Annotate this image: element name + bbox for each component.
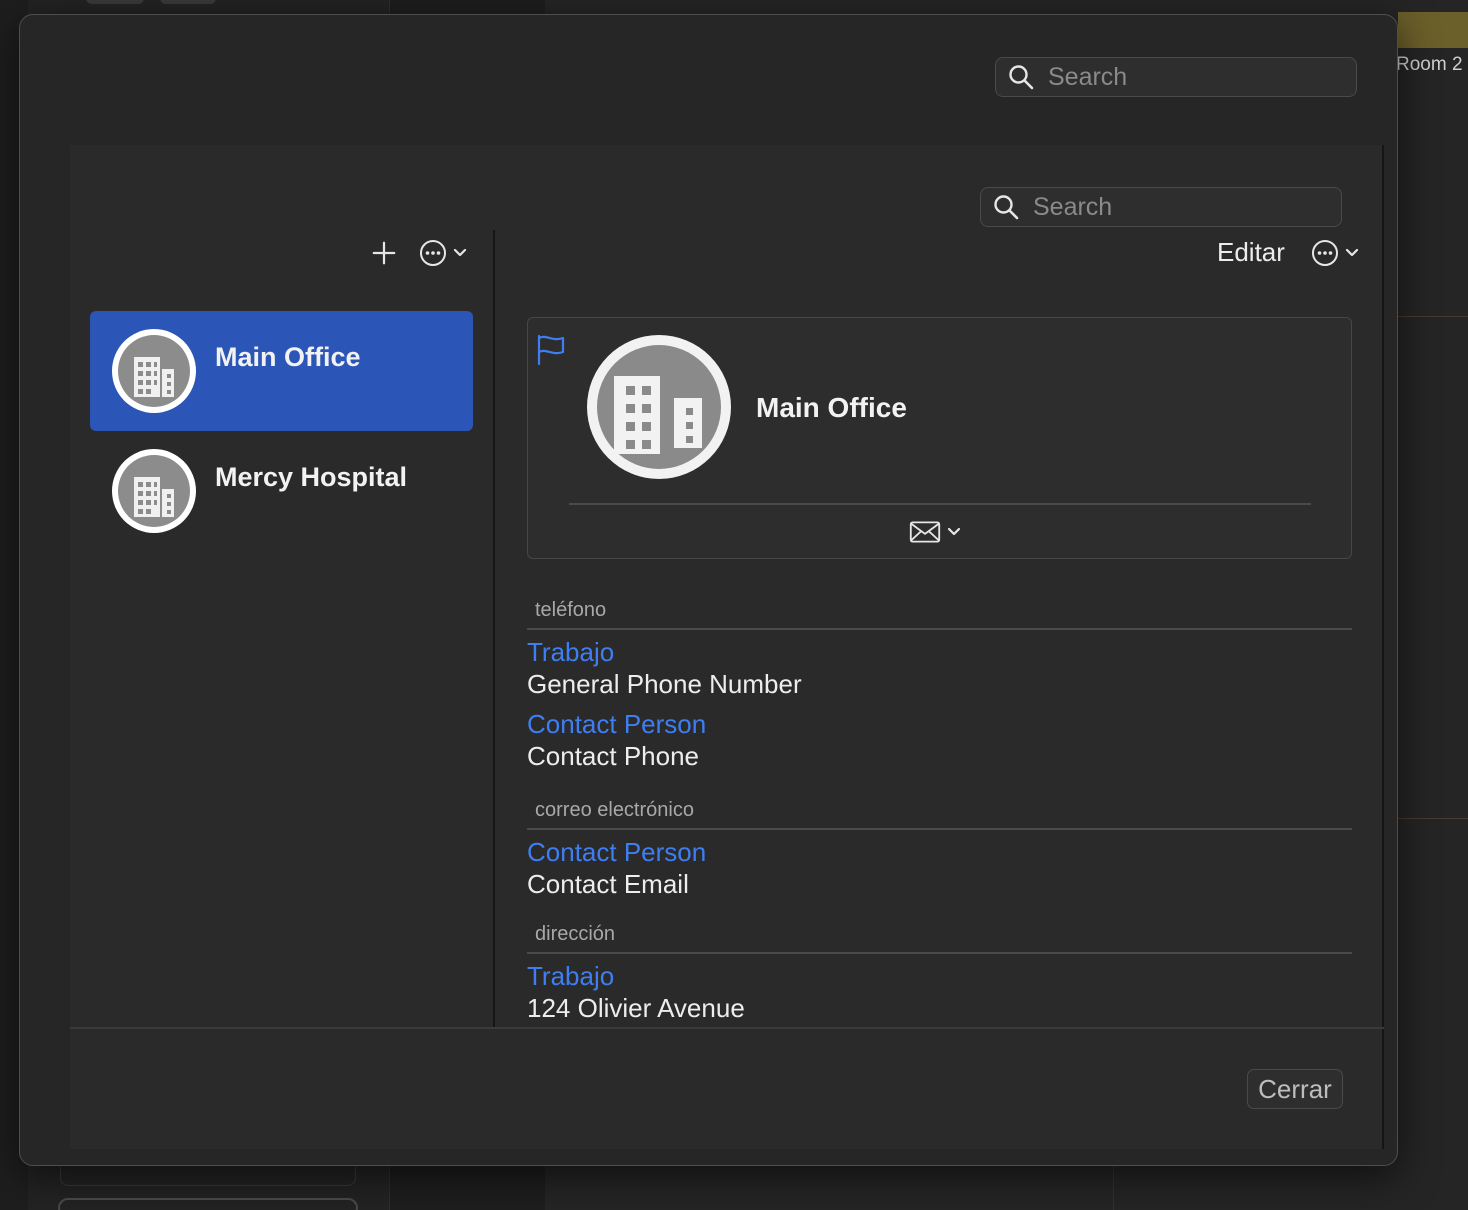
edit-button[interactable]: Editar xyxy=(1217,237,1285,268)
background-toolbar-button xyxy=(86,0,144,4)
search-icon xyxy=(994,195,1019,220)
section-divider xyxy=(527,952,1352,954)
background-control xyxy=(58,1198,358,1210)
contact-list-item[interactable]: Mercy Hospital xyxy=(90,431,473,551)
background-divider xyxy=(1113,1164,1114,1210)
inner-search-field[interactable] xyxy=(980,187,1342,227)
background-toolbar-button xyxy=(160,0,216,4)
footer-divider xyxy=(70,1027,1384,1029)
flag-icon[interactable] xyxy=(536,334,566,366)
contacts-sheet: Main Office Mercy Hospital Editar xyxy=(19,14,1398,1166)
building-icon xyxy=(112,329,196,413)
background-event-strip xyxy=(1398,12,1468,48)
section-divider xyxy=(527,628,1352,630)
ellipsis-circle-icon xyxy=(420,240,467,266)
section-title-address: dirección xyxy=(535,923,616,945)
section-title-email: correo electrónico xyxy=(535,799,694,821)
section-title-phone: teléfono xyxy=(535,599,607,621)
search-icon xyxy=(1009,65,1034,90)
envelope-icon xyxy=(909,521,941,543)
address-label[interactable]: Trabajo xyxy=(527,961,614,992)
ellipsis-circle-icon xyxy=(1312,240,1359,266)
background-divider xyxy=(1398,316,1468,317)
background-divider xyxy=(1398,818,1468,819)
chevron-down-icon xyxy=(947,527,961,536)
phone-value[interactable]: General Phone Number xyxy=(527,669,802,700)
email-label[interactable]: Contact Person xyxy=(527,837,706,868)
contact-name: Mercy Hospital xyxy=(215,462,408,492)
contact-list-item[interactable]: Main Office xyxy=(90,311,473,431)
card-separator xyxy=(569,503,1311,505)
contact-card: Main Office xyxy=(527,317,1352,559)
address-value[interactable]: 124 Olivier Avenue xyxy=(527,993,745,1024)
send-email-button[interactable] xyxy=(909,521,961,543)
detail-more-menu-button[interactable] xyxy=(1310,237,1364,269)
email-value[interactable]: Contact Email xyxy=(527,869,689,900)
outer-search-field[interactable] xyxy=(995,57,1357,97)
add-contact-button[interactable] xyxy=(370,239,398,267)
split-view-divider[interactable] xyxy=(493,230,495,1027)
building-icon xyxy=(112,449,196,533)
inner-search-input[interactable] xyxy=(1033,192,1293,222)
list-more-menu-button[interactable] xyxy=(418,237,472,269)
contact-name: Main Office xyxy=(215,342,361,372)
card-contact-name: Main Office xyxy=(756,392,907,423)
close-button[interactable]: Cerrar xyxy=(1247,1069,1343,1109)
background-room-label: Room 2 xyxy=(1396,54,1463,75)
section-divider xyxy=(527,828,1352,830)
plus-icon xyxy=(372,241,396,265)
phone-value[interactable]: Contact Phone xyxy=(527,741,699,772)
contacts-panel: Main Office Mercy Hospital Editar xyxy=(70,145,1384,1149)
phone-label[interactable]: Contact Person xyxy=(527,709,706,740)
phone-label[interactable]: Trabajo xyxy=(527,637,614,668)
building-icon xyxy=(587,335,731,479)
outer-search-input[interactable] xyxy=(1048,62,1308,92)
